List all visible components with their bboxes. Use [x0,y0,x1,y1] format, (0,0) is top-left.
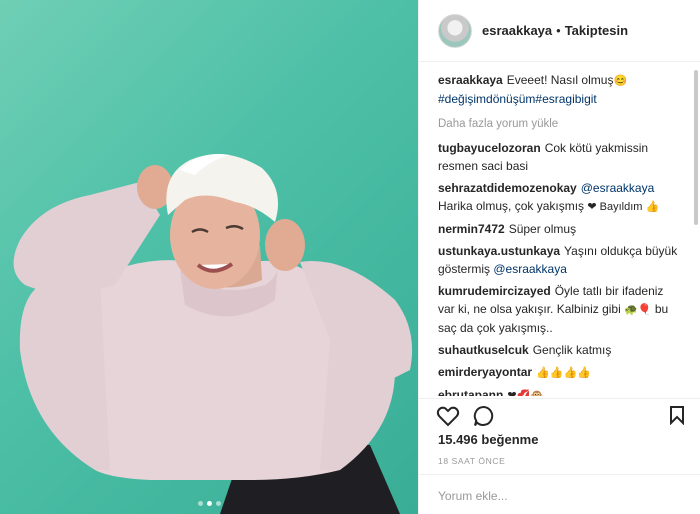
caption-username[interactable]: esraakkaya [438,73,503,87]
likes-count[interactable]: 15.496 beğenme [438,432,538,447]
post-photo[interactable] [0,0,418,514]
comment-emoji: ❤💋🙊 [507,390,544,396]
comment: tugbayucelozoran Cok kötü yakmissin resme… [438,139,689,175]
comment-username[interactable]: ustunkaya.ustunkaya [438,244,560,258]
add-comment-bar [419,474,700,514]
bookmark-icon[interactable] [669,405,685,425]
post-sidebar: esraakkaya • Takiptesin esraakkaya Eveeet… [418,0,700,514]
comment-username[interactable]: ebrutapann [438,388,503,396]
comment: sehrazatdidemozenokay @esraakkaya Harika … [438,179,689,216]
comment-emoji: ❤ Bayıldım 👍 [587,201,660,213]
header-username[interactable]: esraakkaya [482,23,552,38]
comment: ustunkaya.ustunkaya Yaşını oldukça büyük … [438,242,689,278]
comment-emoji: 👍👍👍👍 [536,367,591,379]
instagram-post: esraakkaya • Takiptesin esraakkaya Eveeet… [0,0,700,514]
comment-username[interactable]: suhautkuselcuk [438,343,529,357]
caption-emoji: 😊 [613,75,628,87]
comment-username[interactable]: sehrazatdidemozenokay [438,181,577,195]
load-more-comments[interactable]: Daha fazla yorum yükle [438,118,689,130]
comment: suhautkuselcuk Gençlik katmış [438,341,689,359]
avatar[interactable] [438,13,472,48]
follow-status[interactable]: Takiptesin [565,23,628,38]
heart-icon[interactable] [436,405,460,427]
action-bar [419,398,700,430]
comment: emirderyayontar 👍👍👍👍 [438,363,689,382]
comment-username[interactable]: tugbayucelozoran [438,141,541,155]
header-separator: • [556,23,561,38]
comment: ebrutapann ❤💋🙊 [438,386,689,396]
comment-emoji: 🐢🎈 [624,304,652,316]
comment-mention[interactable]: @esraakkaya [581,181,655,195]
post-header: esraakkaya • Takiptesin [419,0,700,62]
caption-text: Eveeet! Nasıl olmuş [506,73,614,87]
comment-text: Gençlik katmış [532,343,612,357]
comment-username[interactable]: kumrudemircizayed [438,284,551,298]
add-comment-input[interactable] [438,489,678,503]
photo-illustration [13,154,413,514]
carousel-dot-active[interactable] [206,501,212,506]
comment-username[interactable]: emirderyayontar [438,365,532,379]
carousel-dot[interactable] [197,501,203,506]
comment: nermin7472 Süper olmuş [438,220,689,238]
caption-hashtags[interactable]: #değişimdönüşüm#esragibigit [438,92,597,106]
comment-mention[interactable]: @esraakkaya [493,262,567,276]
carousel-dots[interactable] [0,501,418,506]
comment: kumrudemircizayed Öyle tatlı bir ifadeniz… [438,282,689,337]
caption: esraakkaya Eveeet! Nasıl olmuş😊 #değişimd… [438,71,689,108]
post-timestamp: 18 SAAT ÖNCE [438,456,506,466]
comment-icon[interactable] [473,405,495,427]
comment-username[interactable]: nermin7472 [438,222,505,236]
comment-text: Harika olmuş, çok yakışmış [438,199,585,213]
comment-text: Süper olmuş [508,222,577,236]
comments-scrollbar[interactable] [694,70,698,225]
comments-list: esraakkaya Eveeet! Nasıl olmuş😊 #değişimd… [419,63,689,396]
carousel-dot[interactable] [215,501,221,506]
